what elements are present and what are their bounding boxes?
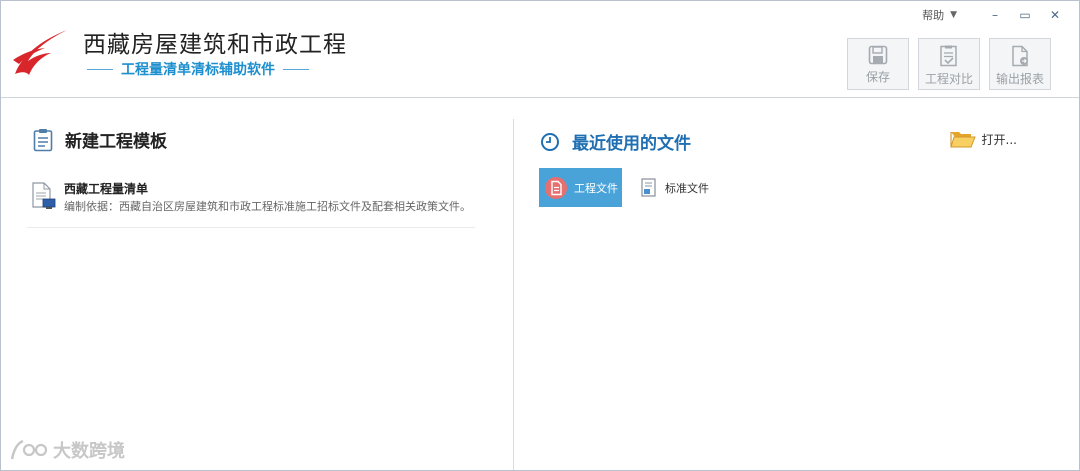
open-file-label: 打开... [981, 132, 1017, 147]
clipboard-list-icon [33, 128, 53, 151]
chevron-down-icon: ▼ [950, 10, 957, 20]
document-computer-icon [32, 182, 56, 209]
tab-project-files-label: 工程文件 [574, 181, 618, 195]
window-controls: 帮助 ▼ – ▭ ✕ [922, 7, 1065, 23]
compare-button[interactable]: 工程对比 [918, 38, 980, 90]
app-subtitle: 工程量清单清标辅助软件 [121, 62, 275, 78]
watermark: 大数跨境 [9, 437, 125, 463]
save-button[interactable]: 保存 [847, 38, 909, 90]
compare-label: 工程对比 [924, 72, 973, 86]
save-icon [868, 45, 888, 65]
recent-files-title: 最近使用的文件 [572, 134, 691, 154]
close-button[interactable]: ✕ [1045, 8, 1065, 22]
app-logo-icon [13, 30, 67, 75]
compare-icon [940, 45, 957, 67]
recent-files-panel: 最近使用的文件 打开... 工程文件 标准文件 [514, 98, 1079, 470]
folder-open-icon [949, 132, 976, 148]
new-project-title: 新建工程模板 [65, 132, 167, 152]
template-name: 西藏工程量清单 [64, 182, 149, 196]
help-menu[interactable]: 帮助 ▼ [922, 7, 957, 23]
template-description: 编制依据：西藏自治区房屋建筑和市政工程标准施工招标文件及配套相关政策文件。 [64, 200, 471, 213]
app-subtitle-row: 工程量清单清标辅助软件 [87, 59, 309, 79]
project-file-icon [545, 176, 567, 199]
app-header: 西藏房屋建筑和市政工程 工程量清单清标辅助软件 帮助 ▼ – ▭ ✕ 保存 工程… [1, 1, 1079, 98]
tab-project-files[interactable]: 工程文件 [539, 168, 622, 207]
tab-standard-files[interactable]: 标准文件 [622, 168, 709, 207]
watermark-text: 大数跨境 [53, 441, 125, 462]
export-report-button[interactable]: 输出报表 [989, 38, 1051, 90]
new-project-header: 新建工程模板 [33, 127, 167, 152]
app-window: 西藏房屋建筑和市政工程 工程量清单清标辅助软件 帮助 ▼ – ▭ ✕ 保存 工程… [0, 0, 1080, 471]
subtitle-line-left [87, 68, 113, 70]
app-title: 西藏房屋建筑和市政工程 [83, 32, 347, 58]
new-project-panel: 新建工程模板 西藏工程量清单 编制依据：西藏自治区房屋建筑和市政工程标准施工招标… [1, 98, 513, 470]
export-report-label: 输出报表 [995, 72, 1044, 86]
open-file-button[interactable]: 打开... [949, 129, 1017, 149]
watermark-logo-icon [10, 439, 48, 460]
recent-files-header: 最近使用的文件 [540, 129, 691, 154]
recent-files-tabs: 工程文件 标准文件 [539, 168, 709, 207]
save-label: 保存 [865, 70, 890, 84]
tab-standard-files-label: 标准文件 [665, 181, 709, 195]
template-item[interactable]: 西藏工程量清单 编制依据：西藏自治区房屋建筑和市政工程标准施工招标文件及配套相关… [27, 177, 475, 228]
clock-icon [541, 132, 559, 151]
toolbar: 保存 工程对比 输出报表 [838, 38, 1051, 90]
export-report-icon [1012, 45, 1028, 67]
minimize-button[interactable]: – [985, 8, 1005, 22]
maximize-button[interactable]: ▭ [1015, 8, 1035, 22]
standard-file-icon [641, 177, 656, 197]
help-label: 帮助 [922, 9, 945, 22]
subtitle-line-right [283, 68, 309, 70]
